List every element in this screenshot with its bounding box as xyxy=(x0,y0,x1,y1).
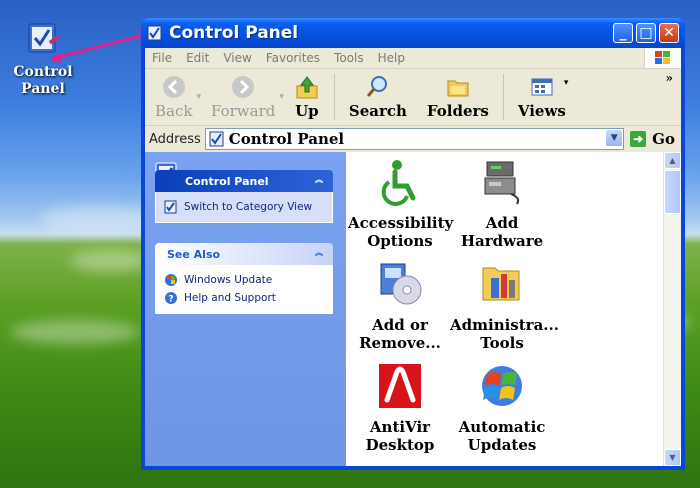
address-label: Address xyxy=(149,131,201,147)
views-dropdown-icon[interactable]: ▾ xyxy=(564,78,569,88)
forward-button[interactable]: Forward xyxy=(201,70,285,124)
item-label-line2: Desktop xyxy=(365,436,435,454)
maximize-button[interactable]: □ xyxy=(636,23,656,43)
control-panel-window: Control Panel _ □ ✕ File Edit View Favor… xyxy=(141,18,685,470)
up-folder-icon xyxy=(296,76,318,99)
menu-help[interactable]: Help xyxy=(371,51,412,65)
scroll-thumb[interactable] xyxy=(664,170,681,214)
back-button[interactable]: Back xyxy=(145,70,202,124)
forward-label: Forward xyxy=(211,102,276,120)
control-panel-icon xyxy=(147,25,162,41)
control-panel-icon xyxy=(209,131,224,147)
menu-edit[interactable]: Edit xyxy=(179,51,216,65)
go-label: Go xyxy=(652,130,675,148)
item-label-line2: Options xyxy=(367,232,433,250)
toolbar: Back ▾ Forward ▾ Up Search Folders Views… xyxy=(145,69,681,126)
item-label-line2: Tools xyxy=(480,334,524,352)
search-button[interactable]: Search xyxy=(339,70,417,124)
administrative-tools-icon xyxy=(482,267,520,301)
address-dropdown-icon[interactable]: ▼ xyxy=(606,130,623,146)
add-remove-programs-item[interactable]: Add or Remove... xyxy=(348,260,452,352)
toolbar-separator xyxy=(333,74,335,120)
add-remove-programs-icon xyxy=(380,263,422,305)
scroll-down-button[interactable]: ▼ xyxy=(664,449,681,466)
task-pane: Control Panel ︽ Switch to Category View xyxy=(145,152,346,466)
address-value: Control Panel xyxy=(228,130,345,148)
see-also-task-box: See Also ︽ Windows Update ? Help and Sup… xyxy=(155,243,333,314)
see-also-box-header[interactable]: See Also ︽ xyxy=(155,243,333,265)
control-panel-box-title: Control Panel xyxy=(185,174,269,188)
views-label: Views xyxy=(517,102,566,120)
toolbar-chevron-icon[interactable]: » xyxy=(666,71,674,85)
address-input[interactable]: Control Panel ▼ xyxy=(204,128,625,150)
back-label: Back xyxy=(155,102,193,120)
back-arrow-icon xyxy=(162,76,185,98)
switch-category-view-label: Switch to Category View xyxy=(184,201,313,213)
collapse-icon[interactable]: ︽ xyxy=(313,174,325,186)
menu-file[interactable]: File xyxy=(145,51,179,65)
item-label-line1: Add xyxy=(485,214,519,232)
automatic-updates-item[interactable]: Automatic Updates xyxy=(450,362,554,454)
control-panel-box-header[interactable]: Control Panel ︽ xyxy=(155,170,333,192)
search-label: Search xyxy=(348,102,407,120)
item-label-line2: Hardware xyxy=(460,232,544,250)
folders-label: Folders xyxy=(426,102,489,120)
control-panel-task-box: Control Panel ︽ Switch to Category View xyxy=(155,162,333,223)
administrative-tools-item[interactable]: Administra... Tools xyxy=(450,260,559,352)
item-label-line1: Accessibility xyxy=(348,214,454,232)
antivir-icon xyxy=(379,364,421,408)
windows-update-link[interactable]: Windows Update xyxy=(164,271,324,289)
close-button[interactable]: ✕ xyxy=(659,23,679,43)
item-label-line2: Updates xyxy=(467,436,537,454)
help-support-label: Help and Support xyxy=(184,292,276,304)
menu-favorites[interactable]: Favorites xyxy=(259,51,327,65)
svg-text:?: ? xyxy=(168,295,173,305)
menu-view[interactable]: View xyxy=(216,51,258,65)
go-button[interactable]: ➜ Go xyxy=(624,130,681,148)
item-label-line1: Automatic xyxy=(458,418,546,436)
vertical-scrollbar[interactable]: ▲ ▼ xyxy=(663,152,681,466)
antivir-desktop-item[interactable]: AntiVir Desktop xyxy=(348,362,452,454)
minimize-button[interactable]: _ xyxy=(613,23,633,43)
menu-tools[interactable]: Tools xyxy=(327,51,371,65)
toolbar-separator xyxy=(502,74,504,120)
see-also-title: See Also xyxy=(167,247,221,261)
collapse-icon[interactable]: ︽ xyxy=(313,247,325,259)
windows-update-label: Windows Update xyxy=(184,274,273,286)
scroll-up-button[interactable]: ▲ xyxy=(664,152,681,169)
menu-bar: File Edit View Favorites Tools Help xyxy=(145,48,681,69)
address-bar: Address Control Panel ▼ ➜ Go xyxy=(145,126,681,153)
folders-button[interactable]: Folders xyxy=(417,70,499,124)
go-arrow-icon: ➜ xyxy=(630,131,647,147)
item-label-line2: Remove... xyxy=(359,334,441,352)
accessibility-options-item[interactable]: Accessibility Options xyxy=(348,158,454,250)
item-label-line1: Add or xyxy=(372,316,428,334)
items-view: Accessibility Options Add Hardware Add o… xyxy=(346,152,681,466)
accessibility-icon xyxy=(381,160,416,206)
windows-logo-icon xyxy=(165,274,177,286)
switch-category-view-link[interactable]: Switch to Category View xyxy=(164,198,324,216)
windows-logo-icon xyxy=(482,366,522,406)
add-hardware-item[interactable]: Add Hardware xyxy=(450,158,554,250)
item-label-line1: AntiVir xyxy=(369,418,431,436)
up-button[interactable]: Up xyxy=(284,70,330,124)
folders-icon xyxy=(447,80,469,97)
forward-arrow-icon xyxy=(232,76,255,98)
item-label-line1: Administra... xyxy=(450,316,559,334)
title-bar[interactable]: Control Panel _ □ ✕ xyxy=(141,18,685,48)
help-icon: ? xyxy=(165,292,177,305)
help-support-link[interactable]: ? Help and Support xyxy=(164,289,324,307)
views-icon xyxy=(531,78,553,96)
windows-flag-icon xyxy=(644,48,681,68)
control-panel-icon xyxy=(164,200,177,214)
up-label: Up xyxy=(295,102,319,120)
window-title: Control Panel xyxy=(169,23,299,43)
search-icon xyxy=(366,76,387,97)
add-hardware-icon xyxy=(484,161,520,205)
